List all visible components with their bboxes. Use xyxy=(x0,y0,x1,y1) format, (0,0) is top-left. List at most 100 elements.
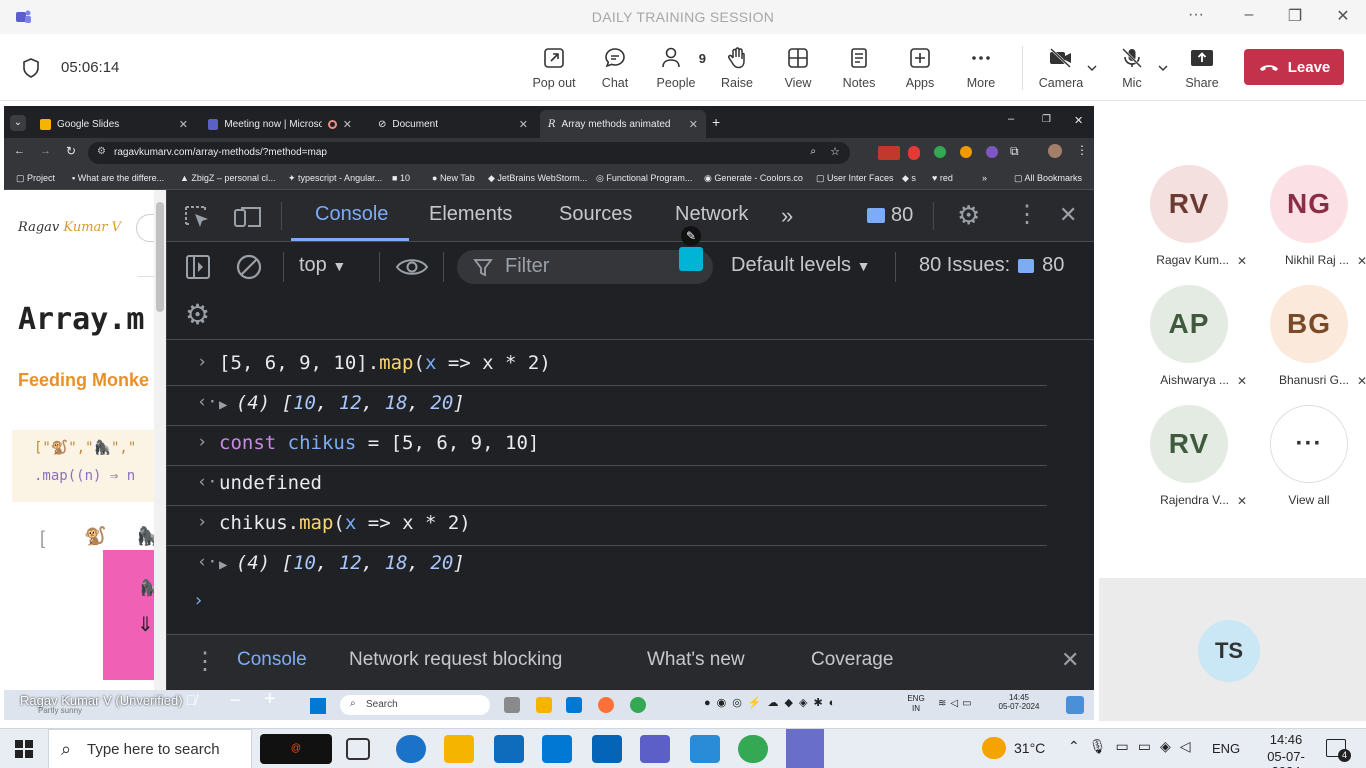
console-input-line[interactable]: › chikus.map(x => x * 2) xyxy=(167,506,1047,546)
console-result-line[interactable]: ‹· undefined xyxy=(167,466,1047,506)
device-toolbar-icon[interactable] xyxy=(233,204,263,230)
close-tab-icon[interactable]: ✕ xyxy=(343,118,352,131)
participant-tile[interactable]: AP Aishwarya ... ✕ xyxy=(1129,285,1249,403)
more-button[interactable]: More xyxy=(951,46,1011,90)
tray-icons[interactable]: ⌃🎙▭▭◈◁ xyxy=(1068,738,1200,755)
profile-avatar[interactable] xyxy=(1048,144,1062,158)
zoom-in-button[interactable]: + xyxy=(264,688,276,711)
console-filter-input[interactable]: Filter xyxy=(457,250,713,284)
teams-active-icon[interactable] xyxy=(786,729,824,768)
tab-google-slides[interactable]: Google Slides ✕ xyxy=(32,110,196,138)
back-icon[interactable]: ← xyxy=(14,145,25,157)
more-options-icon[interactable]: ··· xyxy=(1181,6,1211,28)
view-all-button[interactable]: ··· View all xyxy=(1249,405,1366,523)
inspect-element-icon[interactable] xyxy=(183,204,211,230)
customize-menu-icon[interactable]: ⋮ xyxy=(1015,200,1039,229)
bookmark-item[interactable]: ◆ s xyxy=(902,173,916,184)
scroll-thumb[interactable] xyxy=(156,202,164,312)
console-result-line[interactable]: ‹· ▶ (4) [10, 12, 18, 20] xyxy=(167,546,1047,586)
view-button[interactable]: View xyxy=(768,46,828,90)
close-tab-icon[interactable]: ✕ xyxy=(179,118,188,131)
settings-gear-icon[interactable]: ⚙ xyxy=(957,200,980,231)
more-tabs-icon[interactable]: » xyxy=(781,203,793,229)
extension-icon[interactable] xyxy=(986,146,998,158)
leave-button[interactable]: Leave xyxy=(1244,49,1344,85)
extension-icon[interactable] xyxy=(934,146,946,158)
new-tab-icon[interactable]: + xyxy=(712,114,720,130)
live-expression-eye-icon[interactable] xyxy=(395,256,429,278)
browser-close-icon[interactable]: ✕ xyxy=(1074,114,1083,127)
bookmark-item[interactable]: ◆ JetBrains WebStorm... xyxy=(488,173,587,184)
file-explorer-icon[interactable] xyxy=(444,735,474,763)
chrome-icon[interactable] xyxy=(738,735,768,763)
bookmark-item[interactable]: ✦ typescript - Angular... xyxy=(288,173,382,184)
people-button[interactable]: 9 People xyxy=(646,46,706,90)
teams-icon[interactable] xyxy=(640,735,670,763)
site-logo[interactable]: Ragav Kumar V xyxy=(18,220,121,235)
bookmark-item[interactable]: ▲ ZbigZ – personal cl... xyxy=(180,173,275,183)
log-levels-dropdown[interactable]: Default levels ▼ xyxy=(731,254,870,277)
tab-array-methods[interactable]: R Array methods animated ✕ xyxy=(540,110,706,138)
mail-icon[interactable] xyxy=(542,735,572,763)
browser-menu-icon[interactable]: ⋮ xyxy=(1076,143,1088,157)
camera-options-chevron-icon[interactable] xyxy=(1087,64,1097,72)
forward-icon[interactable]: → xyxy=(40,145,51,157)
camera-button[interactable]: Camera xyxy=(1031,46,1091,90)
clock[interactable]: 14:46 05-07-2024 xyxy=(1256,732,1316,768)
store-icon[interactable] xyxy=(494,735,524,763)
page-scrollbar[interactable] xyxy=(154,190,166,690)
taskbar-search-input[interactable]: ⌕ Type here to search xyxy=(48,729,252,768)
tab-elements[interactable]: Elements xyxy=(429,203,512,226)
language-indicator[interactable]: ENG xyxy=(1212,741,1240,756)
browser-minimize-icon[interactable]: – xyxy=(1008,113,1014,125)
bookmark-item[interactable]: ♥ red xyxy=(932,173,953,183)
bookmark-item[interactable]: ▪ What are the differe... xyxy=(72,173,164,183)
console-settings-gear-icon[interactable]: ⚙ xyxy=(185,298,210,331)
bookmark-item[interactable]: ▢ User Inter Faces xyxy=(816,173,894,184)
tab-search-icon[interactable]: ⌄ xyxy=(10,115,26,131)
drawer-tab-network-blocking[interactable]: Network request blocking xyxy=(349,649,562,671)
outlook-icon[interactable] xyxy=(592,735,622,763)
all-bookmarks-folder[interactable]: ▢ All Bookmarks xyxy=(1014,173,1082,184)
restore-button[interactable]: ❐ xyxy=(1280,6,1310,28)
apps-button[interactable]: Apps xyxy=(890,46,950,90)
clear-console-icon[interactable] xyxy=(235,253,263,281)
extension-icon[interactable] xyxy=(878,146,900,160)
edge-icon[interactable] xyxy=(396,735,426,763)
console-input-line[interactable]: › [5, 6, 9, 10].map(x => x * 2) xyxy=(167,346,1047,386)
drawer-tab-console[interactable]: Console xyxy=(237,649,307,671)
bookmark-item[interactable]: ◉ Generate - Coolors.co xyxy=(704,173,803,184)
tab-console[interactable]: Console xyxy=(315,203,388,226)
issues-badge[interactable]: 80 xyxy=(867,204,913,227)
drawer-menu-icon[interactable]: ⋮ xyxy=(193,647,217,676)
extension-icon[interactable] xyxy=(908,146,920,160)
windows-start-icon[interactable] xyxy=(14,739,34,759)
console-input-line[interactable]: › const chikus = [5, 6, 9, 10] xyxy=(167,426,1047,466)
mic-button[interactable]: Mic xyxy=(1102,46,1162,90)
drawer-tab-coverage[interactable]: Coverage xyxy=(811,649,893,671)
sidebar-toggle-icon[interactable] xyxy=(185,254,211,280)
console-prompt-icon[interactable]: › xyxy=(193,590,204,611)
bookmarks-overflow-icon[interactable]: » xyxy=(982,173,987,183)
mic-options-chevron-icon[interactable] xyxy=(1158,64,1168,72)
participant-tile[interactable]: BG Bhanusri G... ✕ xyxy=(1249,285,1366,403)
bookmark-star-icon[interactable]: ☆ xyxy=(830,145,840,158)
close-devtools-icon[interactable]: ✕ xyxy=(1059,202,1077,228)
notifications-icon[interactable]: 4 xyxy=(1326,739,1351,762)
bookmark-item[interactable]: ■ 10 xyxy=(392,173,410,183)
participant-tile[interactable]: NG Nikhil Raj ... ✕ xyxy=(1249,165,1366,283)
console-result-line[interactable]: ‹· ▶ (4) [10, 12, 18, 20] xyxy=(167,386,1047,426)
raise-hand-button[interactable]: Raise xyxy=(707,46,767,90)
vscode-icon[interactable] xyxy=(690,735,720,763)
share-button[interactable]: Share xyxy=(1172,46,1232,90)
participant-tile[interactable]: RV Ragav Kum... ✕ xyxy=(1129,165,1249,283)
zoom-icon[interactable]: ⌕ xyxy=(810,146,816,157)
close-drawer-icon[interactable]: ✕ xyxy=(1061,647,1079,673)
zoom-out-button[interactable]: − xyxy=(230,690,241,711)
close-window-button[interactable]: ✕ xyxy=(1328,6,1358,28)
news-widget[interactable]: @ xyxy=(260,734,332,764)
tab-teams-meeting[interactable]: Meeting now | Microsoft Te ✕ xyxy=(200,110,360,138)
reload-icon[interactable]: ↻ xyxy=(66,144,76,158)
extensions-puzzle-icon[interactable]: ⧉ xyxy=(1010,144,1019,159)
bookmark-item[interactable]: ◎ Functional Program... xyxy=(596,173,692,184)
